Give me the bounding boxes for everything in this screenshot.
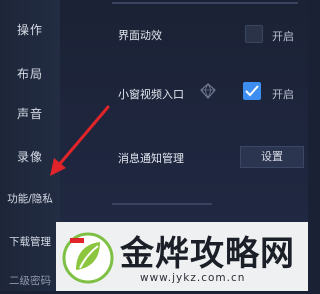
sidebar-item-controls[interactable]: 操作 [0, 17, 60, 43]
diamond-info-icon[interactable] [199, 82, 217, 100]
interface-animation-checkbox[interactable] [245, 25, 263, 43]
sidebar-item-secondary-password[interactable]: 二级密码 [0, 268, 60, 294]
sidebar-item-recording[interactable]: 录像 [0, 144, 60, 170]
divider [112, 203, 212, 205]
watermark-title: 金烨攻略网 [120, 234, 295, 274]
mini-video-entry-checkbox[interactable] [243, 82, 261, 100]
checkmark-icon [245, 85, 259, 97]
watermark-logo-icon [62, 232, 114, 284]
sidebar-item-sound[interactable]: 声音 [0, 101, 60, 127]
watermark-url: www.jykz.com.cn [140, 272, 246, 284]
sidebar-item-layout[interactable]: 布局 [0, 61, 60, 87]
mini-video-entry-label: 小窗视频入口 [118, 88, 184, 101]
notification-management-label: 消息通知管理 [118, 152, 184, 165]
interface-animation-label: 界面动效 [118, 29, 162, 42]
sidebar-item-function-privacy[interactable]: 功能/隐私 [0, 186, 60, 212]
sidebar-item-download-management[interactable]: 下载管理 [0, 229, 60, 255]
sidebar: 操作 布局 声音 录像 功能/隐私 下载管理 二级密码 [0, 0, 60, 291]
interface-animation-option-label: 开启 [272, 30, 294, 43]
notification-settings-button[interactable]: 设置 [240, 146, 304, 168]
watermark-banner: 金烨攻略网 www.jykz.com.cn [56, 222, 308, 291]
mini-video-entry-option-label: 开启 [272, 88, 294, 101]
divider [112, 2, 298, 4]
